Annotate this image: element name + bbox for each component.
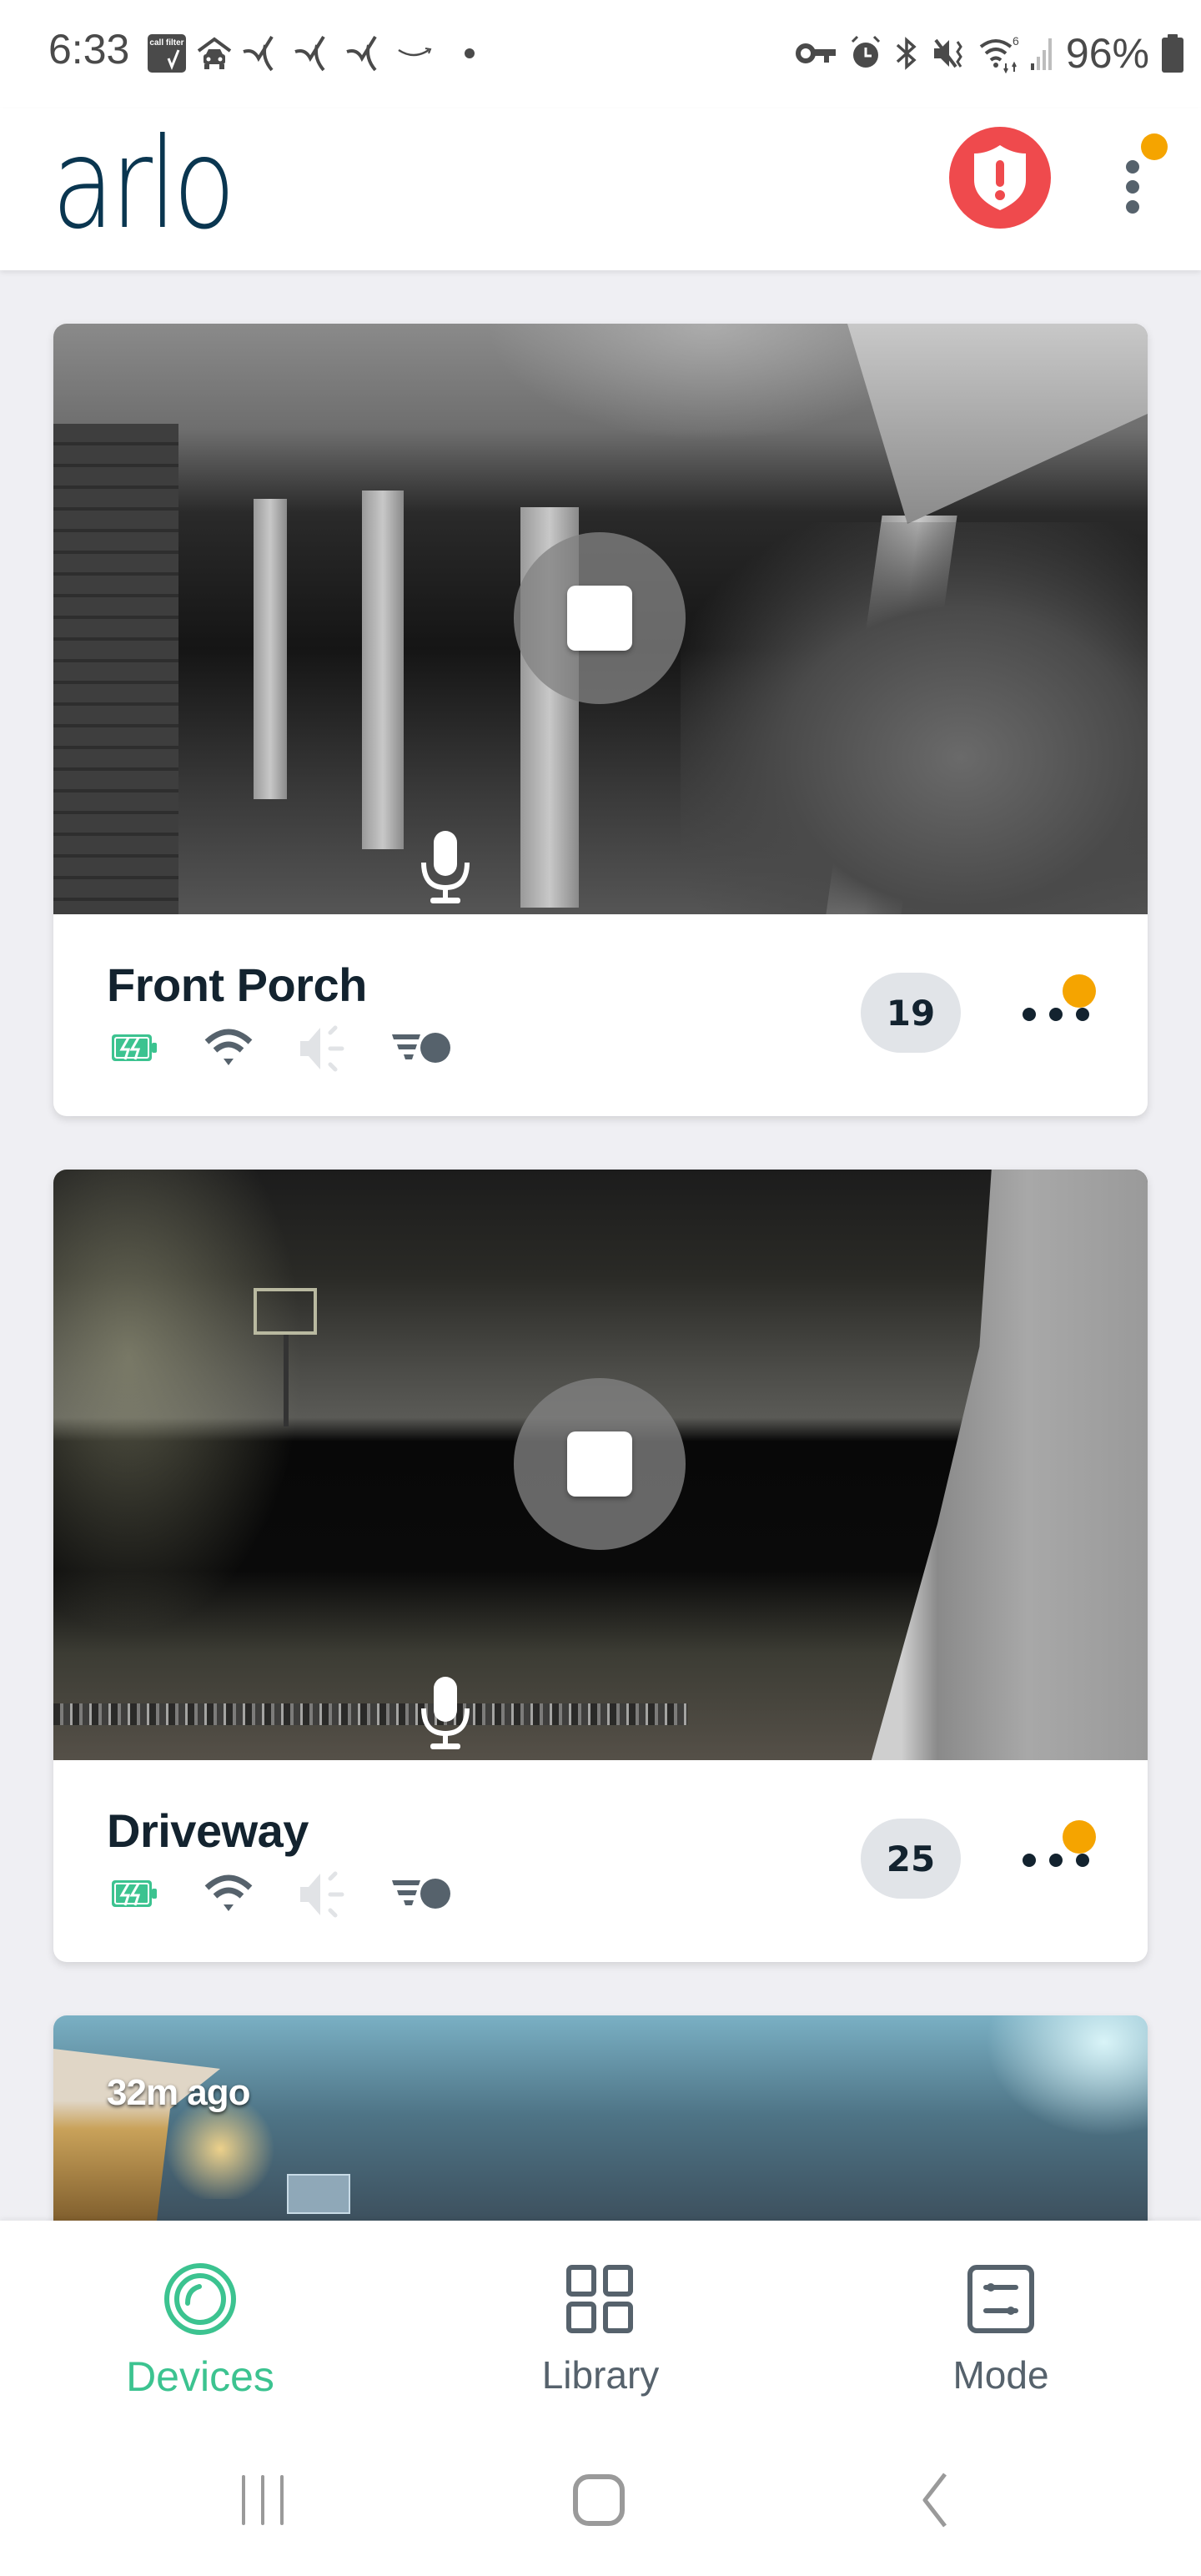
- tab-label: Mode: [952, 2353, 1049, 2397]
- amazon-smile-icon: [397, 45, 434, 62]
- device-name: Driveway: [107, 1804, 309, 1857]
- microphone-icon: [421, 831, 470, 903]
- speaker-muted-icon: [300, 1871, 344, 1918]
- tab-label: Devices: [126, 2353, 274, 2400]
- bird-icon: [242, 33, 285, 73]
- speaker-muted-icon: [300, 1025, 344, 1072]
- notification-dot: [1063, 1820, 1096, 1854]
- home-icon: [573, 2474, 625, 2526]
- stop-icon: [567, 586, 632, 651]
- mode-sliders-icon: [959, 2257, 1043, 2341]
- stop-icon: [567, 1431, 632, 1497]
- signal-icon: [1030, 35, 1054, 72]
- device-name: Front Porch: [107, 958, 367, 1011]
- tab-label: Library: [541, 2353, 660, 2397]
- vpn-key-icon: [795, 39, 837, 68]
- system-navigation-bar: [0, 2421, 1201, 2576]
- bird-icon: [294, 33, 337, 73]
- device-info[interactable]: Driveway 25: [53, 1760, 1148, 1960]
- camera-lens-icon: [158, 2257, 242, 2341]
- svg-text:6: 6: [1013, 34, 1019, 48]
- alarm-icon: [849, 35, 882, 72]
- grid-icon: [559, 2257, 642, 2341]
- notification-icons: call filter: [147, 32, 475, 75]
- recent-clips-badge[interactable]: 25: [861, 1819, 961, 1899]
- recent-apps-button[interactable]: [221, 2463, 304, 2538]
- wifi-icon: [204, 1029, 253, 1065]
- back-button[interactable]: [892, 2463, 976, 2538]
- tab-mode[interactable]: Mode: [876, 2221, 1126, 2421]
- car-garage-icon: [195, 34, 234, 73]
- device-card: Driveway 25: [53, 1170, 1148, 1962]
- app-header: arlo: [0, 108, 1201, 270]
- camera-live-feed[interactable]: [53, 1170, 1148, 1760]
- home-button[interactable]: [557, 2463, 641, 2538]
- back-icon: [922, 2473, 947, 2528]
- motion-detection-icon: [392, 1879, 450, 1909]
- overflow-menu-button[interactable]: [1109, 125, 1176, 234]
- bottom-navigation: Devices Library Mode: [0, 2221, 1201, 2421]
- device-status-icons: [110, 1869, 454, 1919]
- recent-clips-badge[interactable]: 19: [861, 973, 961, 1053]
- arlo-logo: arlo: [52, 112, 236, 257]
- notification-dot: [1141, 133, 1168, 160]
- camera-live-feed[interactable]: [53, 324, 1148, 914]
- snapshot-age: 32m ago: [107, 2072, 251, 2113]
- device-more-button[interactable]: [1014, 964, 1114, 1048]
- battery-icon: [1161, 34, 1184, 73]
- system-status-icons: 6 96%: [795, 30, 1184, 77]
- device-status-icons: [110, 1023, 454, 1073]
- status-time: 6:33: [48, 26, 130, 73]
- push-to-talk-button[interactable]: [412, 826, 479, 909]
- status-bar: 6:33 call filter 6 96%: [0, 0, 1201, 108]
- tab-library[interactable]: Library: [475, 2221, 726, 2421]
- tab-devices[interactable]: Devices: [75, 2221, 325, 2421]
- more-horizontal-icon: [1023, 974, 1096, 1021]
- notification-dot: [1063, 974, 1096, 1008]
- more-vertical-icon: [1126, 133, 1168, 214]
- microphone-icon: [421, 1677, 470, 1749]
- mute-vibrate-icon: [931, 35, 967, 72]
- device-info[interactable]: Front Porch 19: [53, 914, 1148, 1114]
- device-more-button[interactable]: [1014, 1810, 1114, 1894]
- bird-icon: [345, 33, 389, 73]
- wifi-6-icon: 6: [979, 33, 1019, 73]
- more-horizontal-icon: [1023, 1820, 1096, 1867]
- security-alert-button[interactable]: [949, 127, 1051, 229]
- shield-alert-icon: [974, 145, 1026, 210]
- dot-icon: [464, 48, 475, 59]
- bluetooth-icon: [894, 35, 919, 72]
- push-to-talk-button[interactable]: [412, 1672, 479, 1755]
- wifi-icon: [204, 1874, 253, 1911]
- battery-percent: 96%: [1065, 30, 1149, 77]
- motion-detection-icon: [392, 1033, 450, 1063]
- recent-apps-icon: [242, 2475, 284, 2525]
- call-filter-icon: call filter: [147, 33, 187, 73]
- stop-stream-button[interactable]: [514, 532, 686, 704]
- svg-text:call filter: call filter: [149, 38, 183, 48]
- stop-stream-button[interactable]: [514, 1378, 686, 1550]
- battery-charging-icon: [112, 1034, 157, 1061]
- device-card: Front Porch 19: [53, 324, 1148, 1116]
- battery-charging-icon: [112, 1880, 157, 1907]
